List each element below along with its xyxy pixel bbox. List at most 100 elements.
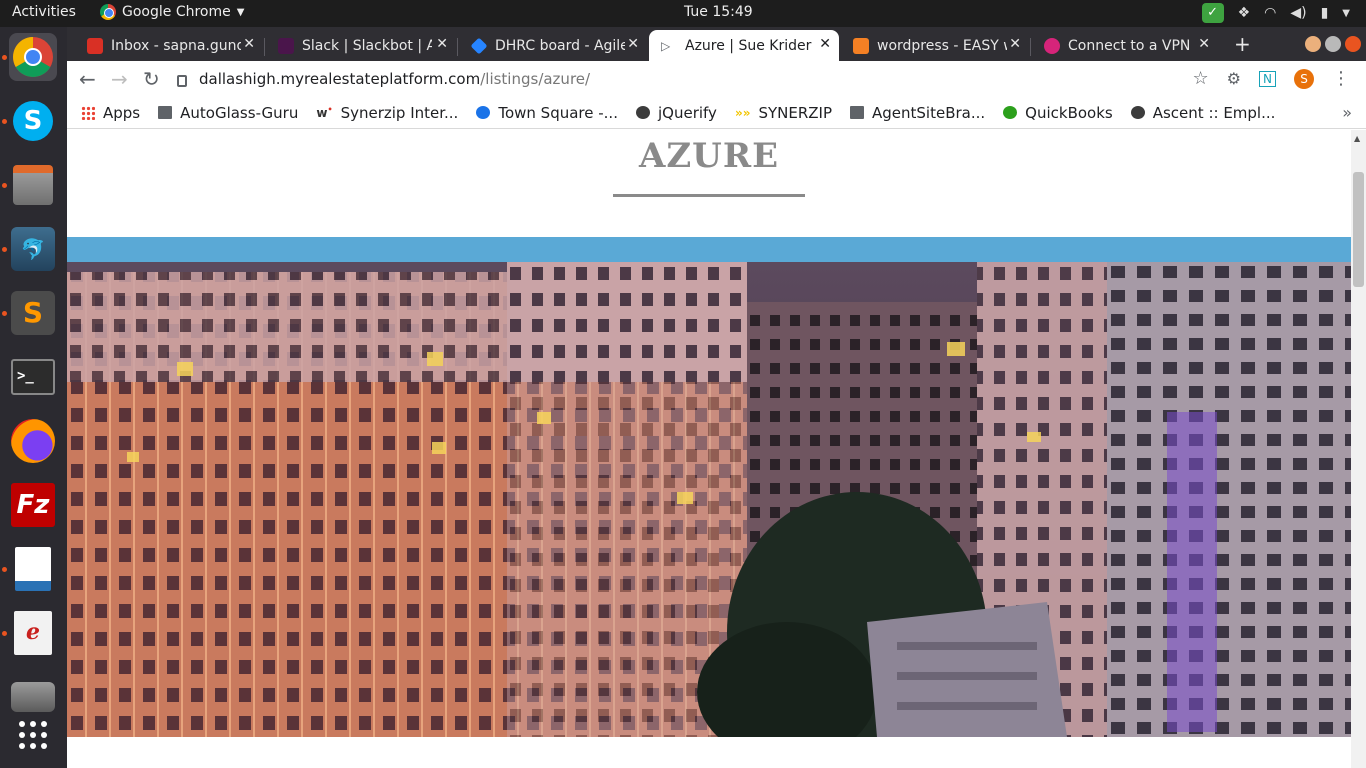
- dock-evince[interactable]: ℯ: [9, 609, 57, 657]
- chrome-icon: [100, 4, 116, 20]
- extension-n-icon[interactable]: N: [1259, 70, 1276, 87]
- writer-icon: [15, 547, 51, 591]
- folder-icon: [158, 106, 173, 119]
- menu-kebab-icon[interactable]: ⋮: [1332, 68, 1350, 89]
- bookmark-label: SYNERZIP: [758, 103, 833, 122]
- browser-toolbar: ← → ↻ dallashigh.myrealestateplatform.co…: [67, 61, 1366, 97]
- tab-title: Slack | Slackbot | A: [302, 37, 432, 54]
- app-menu-label: Google Chrome: [122, 4, 231, 20]
- dropbox-icon[interactable]: ❖: [1238, 5, 1251, 21]
- battery-icon[interactable]: ▮: [1321, 5, 1329, 21]
- extension-gear-icon[interactable]: ⚙: [1227, 69, 1241, 88]
- dolphin-icon: 🐬: [11, 227, 55, 271]
- bookmark-label: Synerzip Inter...: [340, 103, 459, 122]
- minimize-icon[interactable]: [1305, 36, 1321, 52]
- activities-button[interactable]: Activities: [12, 4, 76, 20]
- volume-icon[interactable]: ◀): [1290, 5, 1306, 21]
- wifi-icon[interactable]: ◠: [1264, 5, 1276, 21]
- bookmark-label: jQuerify: [657, 103, 717, 122]
- bookmark-apps[interactable]: Apps: [81, 104, 140, 122]
- tab-title: DHRC board - Agile: [495, 37, 625, 54]
- bookmark-label: Apps: [103, 103, 141, 122]
- close-icon[interactable]: ✕: [1198, 36, 1210, 52]
- skype-icon: S: [13, 101, 53, 141]
- dock-chrome[interactable]: [9, 33, 57, 81]
- bookmark-star-icon[interactable]: ☆: [1193, 68, 1209, 89]
- dock-firefox[interactable]: [9, 417, 57, 465]
- folder-icon: [850, 106, 865, 119]
- bookmark-jquerify[interactable]: jQuerify: [635, 103, 717, 122]
- gnome-top-bar: Activities Google Chrome ▼ Tue 15:49 ✓ ❖…: [0, 0, 1366, 27]
- close-icon[interactable]: ✕: [627, 36, 639, 52]
- forward-button[interactable]: →: [111, 67, 128, 91]
- dock-show-applications[interactable]: [9, 711, 57, 759]
- check-icon[interactable]: ✓: [1201, 3, 1224, 23]
- back-button[interactable]: ←: [79, 67, 96, 91]
- bookmark-agentsitebra[interactable]: AgentSiteBra...: [850, 104, 985, 122]
- bookmark-synerzip-inter[interactable]: w• Synerzip Inter...: [316, 104, 458, 122]
- page-title: AZURE: [638, 136, 780, 176]
- chevron-down-icon[interactable]: ▼: [1342, 8, 1350, 19]
- scroll-up-arrow-icon[interactable]: ▲: [1354, 134, 1360, 143]
- tab-vpn[interactable]: Connect to a VPN ✕: [1032, 30, 1218, 61]
- page-scrollbar[interactable]: ▲: [1351, 130, 1366, 768]
- chrome-icon: [13, 37, 53, 77]
- tab-title: Connect to a VPN: [1068, 37, 1191, 54]
- city-buildings-image: [67, 262, 1351, 737]
- dock-sublime-text[interactable]: S: [9, 289, 57, 337]
- tab-slack[interactable]: Slack | Slackbot | A ✕: [266, 30, 456, 61]
- tab-azure[interactable]: ▷ Azure | Sue Krider ✕: [649, 30, 839, 61]
- scroll-thumb[interactable]: [1353, 172, 1364, 287]
- app-menu[interactable]: Google Chrome ▼: [100, 4, 244, 20]
- terminal-icon: >_: [11, 359, 55, 395]
- globe-icon: [1130, 106, 1145, 119]
- apps-grid-icon: [81, 105, 95, 120]
- firefox-icon: [11, 419, 55, 463]
- vpn-icon: [1044, 37, 1060, 54]
- tab-gmail[interactable]: Inbox - sapna.gund ✕: [75, 30, 263, 61]
- ubuntu-dock: S 🐬 S >_ Fz ℯ: [0, 27, 67, 768]
- hero-image: [67, 262, 1351, 737]
- profile-avatar[interactable]: S: [1294, 68, 1314, 89]
- close-icon[interactable]: ✕: [243, 36, 255, 52]
- dock-filezilla[interactable]: Fz: [9, 481, 57, 529]
- close-icon[interactable]: ✕: [436, 36, 448, 52]
- bookmark-synerzip[interactable]: »» SYNERZIP: [735, 104, 832, 122]
- gmail-icon: [87, 37, 103, 54]
- window-close-icon[interactable]: [1345, 36, 1361, 52]
- close-icon[interactable]: ✕: [1009, 36, 1021, 52]
- bookmark-ascent[interactable]: Ascent :: Empl...: [1130, 104, 1275, 122]
- lock-icon[interactable]: [177, 75, 187, 87]
- new-tab-button[interactable]: +: [1234, 32, 1251, 56]
- files-icon: [13, 165, 53, 205]
- tab-strip: Inbox - sapna.gund ✕ Slack | Slackbot | …: [67, 27, 1366, 61]
- reload-button[interactable]: ↻: [143, 67, 160, 91]
- townsquare-icon: [476, 106, 491, 119]
- bookmark-quickbooks[interactable]: QuickBooks: [1003, 104, 1113, 122]
- chevron-double-right-icon[interactable]: »: [1342, 103, 1352, 122]
- bookmark-label: Town Square -...: [498, 103, 618, 122]
- sublime-icon: S: [11, 291, 55, 335]
- tab-stackoverflow[interactable]: wordpress - EASY w ✕: [841, 30, 1029, 61]
- maximize-icon[interactable]: [1325, 36, 1341, 52]
- omnibox[interactable]: dallashigh.myrealestateplatform.com/list…: [177, 64, 1217, 94]
- tab-jira[interactable]: DHRC board - Agile ✕: [459, 30, 647, 61]
- document-viewer-icon: ℯ: [14, 611, 52, 655]
- bookmark-label: AutoGlass-Guru: [180, 103, 299, 122]
- quickbooks-icon: [1003, 106, 1018, 119]
- close-icon[interactable]: ✕: [819, 36, 831, 52]
- clock[interactable]: Tue 15:49: [684, 4, 753, 20]
- dock-skype[interactable]: S: [9, 97, 57, 145]
- slack-icon: [278, 37, 294, 54]
- dock-mysql-workbench[interactable]: 🐬: [9, 225, 57, 273]
- dock-libreoffice-writer[interactable]: [9, 545, 57, 593]
- bookmark-autoglass-guru[interactable]: AutoGlass-Guru: [158, 104, 298, 122]
- system-tray[interactable]: ✓ ❖ ◠ ◀) ▮ ▼: [1201, 3, 1350, 23]
- toolbar-actions: ☆ ⚙ N S ⋮: [1193, 68, 1350, 89]
- page-viewport: AZURE: [67, 130, 1351, 768]
- app-grid-icon: [19, 721, 47, 749]
- globe-icon: [635, 106, 650, 119]
- dock-files[interactable]: [9, 161, 57, 209]
- bookmark-town-square[interactable]: Town Square -...: [476, 104, 618, 122]
- dock-terminal[interactable]: >_: [9, 353, 57, 401]
